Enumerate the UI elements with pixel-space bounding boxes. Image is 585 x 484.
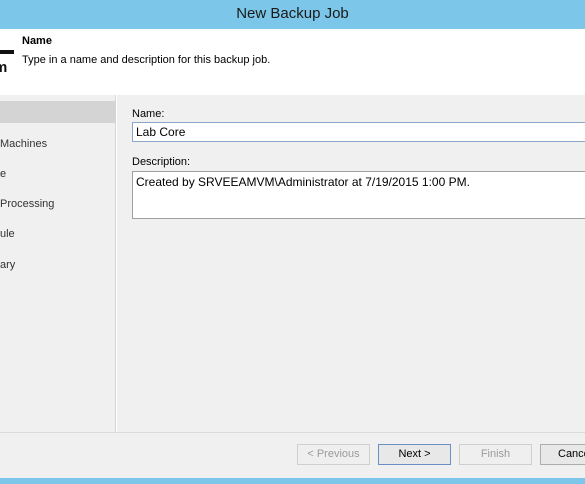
logo-bar — [0, 50, 14, 54]
sidebar-item-summary[interactable]: ary — [0, 259, 15, 271]
description-input[interactable]: Created by SRVEEAMVM\Administrator at 7/… — [132, 171, 585, 219]
next-button[interactable]: Next > — [378, 444, 451, 465]
step-description: Type in a name and description for this … — [22, 54, 271, 66]
window-title: New Backup Job — [236, 5, 349, 22]
step-title: Name — [22, 35, 52, 47]
sidebar-item-virtual-machines[interactable]: Machines — [0, 138, 47, 150]
name-label: Name: — [132, 108, 165, 120]
sidebar-item-name-selected[interactable] — [0, 101, 116, 123]
window-bottom-border — [0, 478, 585, 484]
description-label: Description: — [132, 156, 191, 168]
veeam-logo-icon: m — [0, 59, 8, 76]
title-bar: New Backup Job — [0, 0, 585, 29]
name-input[interactable] — [132, 122, 585, 142]
sidebar-item-guest-processing[interactable]: Processing — [0, 198, 54, 210]
cancel-button[interactable]: Cancel — [540, 444, 585, 465]
previous-button[interactable]: < Previous — [297, 444, 370, 465]
finish-button[interactable]: Finish — [459, 444, 532, 465]
sidebar-item-storage[interactable]: e — [0, 168, 6, 180]
sidebar-item-schedule[interactable]: ule — [0, 228, 15, 240]
main-content — [117, 95, 585, 432]
